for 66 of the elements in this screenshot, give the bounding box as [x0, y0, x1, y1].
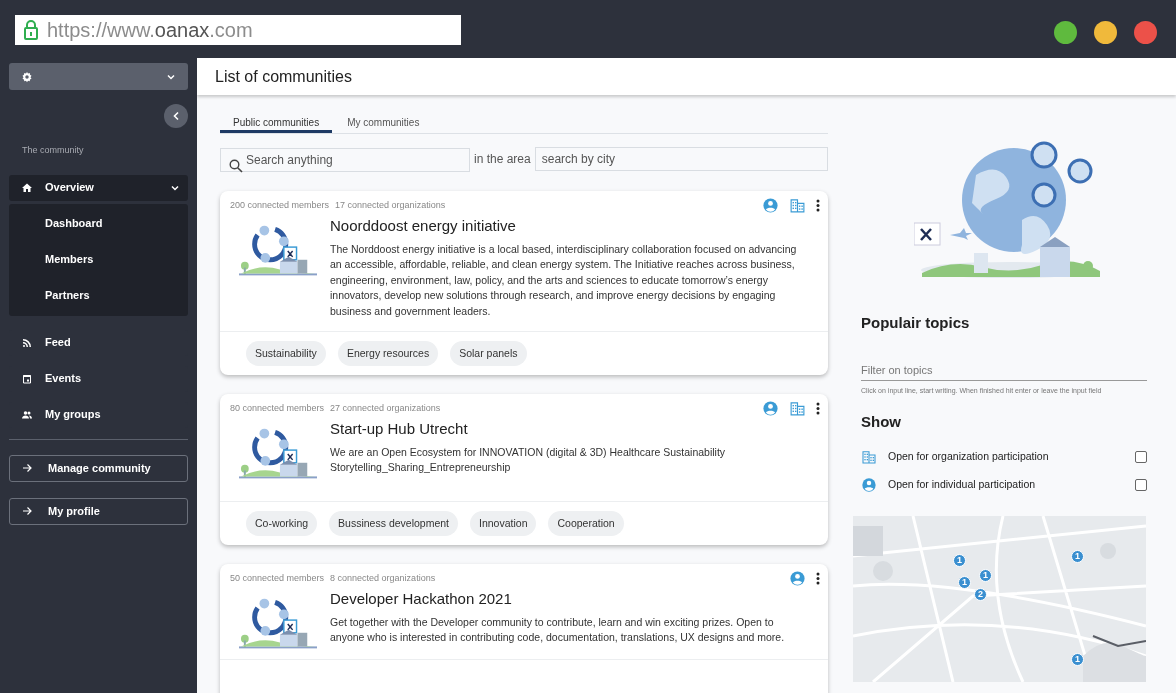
topic-filter-field[interactable]: Filter on topics [861, 361, 1147, 381]
sidebar-button[interactable]: Manage community [9, 454, 188, 482]
chevron-left-icon [172, 111, 180, 121]
member-count: 200 connected members [230, 198, 330, 212]
more-button[interactable] [816, 402, 820, 415]
organization-count: 8 connected organizations [330, 571, 436, 585]
tab[interactable]: Public communities [220, 115, 333, 133]
checkbox[interactable] [1135, 478, 1147, 491]
member-count: 50 connected members [230, 571, 325, 585]
community-title[interactable]: Noorddoost energy initiative [330, 215, 808, 238]
more-button[interactable] [816, 199, 820, 212]
calendar-icon [21, 372, 33, 385]
arrow-right-icon [22, 463, 32, 473]
checkbox[interactable] [1135, 450, 1147, 463]
community-title[interactable]: Start-up Hub Utrecht [330, 418, 808, 441]
people-icon [21, 408, 33, 421]
nav-subitem[interactable]: Members [45, 251, 94, 268]
building-icon [861, 448, 877, 465]
tag-chip[interactable]: Co-working [246, 511, 318, 536]
option-label: Open for individual participation [888, 476, 1036, 492]
address-bar[interactable]: https://www.oanax.com [15, 15, 461, 45]
nav-item[interactable]: Overview [9, 174, 188, 201]
area-label: in the area [473, 151, 532, 168]
section-title: Populair topics [861, 313, 971, 333]
minimize-button[interactable] [1094, 21, 1117, 44]
organization-count: 17 connected organizations [335, 198, 446, 212]
page-title: List of communities [215, 66, 352, 87]
arrow-right-icon [22, 506, 32, 516]
section-label: The community [21, 144, 85, 157]
person-icon [861, 476, 877, 493]
nav-subitem[interactable]: Dashboard [45, 215, 103, 232]
home-icon [21, 181, 33, 194]
tag-chip[interactable]: Bussiness development [329, 511, 458, 536]
rss-icon [21, 336, 33, 349]
more-icon [816, 402, 820, 415]
community-card[interactable] [220, 191, 828, 375]
city-field[interactable]: search by city [534, 147, 828, 171]
community-card[interactable] [220, 394, 828, 545]
community-description: Get together with the Developer community to contribute, learn and win exciting prizes. Open to anyone who is interested in contributing code, documentation, translations, UX designs and more. [330, 614, 786, 645]
close-button[interactable] [1134, 21, 1157, 44]
search-icon [229, 159, 243, 173]
community-title[interactable]: Developer Hackathon 2021 [330, 588, 808, 611]
nav-subitem[interactable]: Partners [45, 287, 90, 304]
more-icon [816, 199, 820, 212]
tab[interactable]: My communities [334, 115, 433, 133]
member-count: 80 connected members [230, 401, 325, 415]
community-description: The Norddoost energy initiative is a local based, interdisciplinary collaboration focused on advancing an accessible, affordable, reliable, and clean energy system. The Initiative reaches across business, engineering, environment, law, policy, and the arts and sciences to educate tomorrow’s energy innovators, develop new solutions through research, and improve energy decisions by engaging business and government leaders. [330, 241, 798, 319]
option-label: Open for organization participation [888, 448, 1049, 464]
community-card[interactable] [220, 564, 828, 693]
tag-chip[interactable]: Energy resources [337, 341, 439, 366]
tag-chip[interactable]: Sustainability [246, 341, 326, 366]
tag-chip[interactable]: Cooperation [548, 511, 624, 536]
search-field[interactable]: Search anything [220, 148, 470, 172]
lock-icon [23, 20, 39, 40]
collapse-button[interactable] [164, 104, 188, 128]
community-description: We are an Open Ecosystem for INNOVATION (digital & 3D) Healthcare Sustainability Storytelling_Sharing_Entrepreneurship [330, 444, 727, 475]
organization-count: 27 connected organizations [330, 401, 441, 415]
sidebar-button[interactable]: My profile [9, 497, 188, 525]
url-text: https://www.oanax.com [47, 18, 253, 43]
more-icon [816, 572, 820, 585]
more-button[interactable] [816, 572, 820, 585]
maximize-button[interactable] [1054, 21, 1077, 44]
tag-chip[interactable]: Innovation [470, 511, 537, 536]
gear-icon [21, 70, 33, 83]
tag-chip[interactable]: Solar panels [450, 341, 527, 366]
section-title: Show [861, 412, 902, 432]
